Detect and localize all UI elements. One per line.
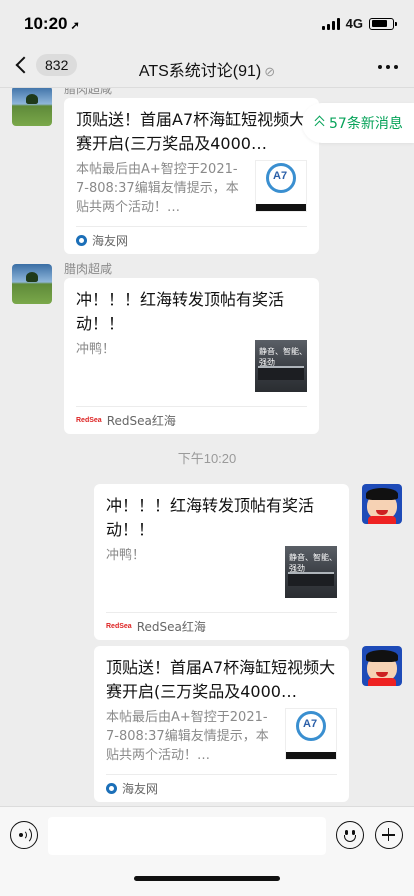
haiyou-logo-icon <box>76 235 87 246</box>
mute-bell-icon: ⊘ <box>264 64 276 79</box>
haiyou-logo-icon <box>106 783 117 794</box>
link-card[interactable]: 冲！！！红海转发顶帖有奖活动！！ 冲鸭！ 静音、智能、强劲 RedSea Red… <box>94 484 349 640</box>
status-bar: 10:20 ➚ 4G <box>0 0 414 46</box>
my-avatar[interactable] <box>362 646 402 686</box>
link-card[interactable]: 顶贴送！首届A7杯海缸短视频大赛开启(三万奖品及4000… 本帖最后由A+智控于… <box>64 98 319 254</box>
sender-name: 腊肉超咸 <box>64 262 113 276</box>
double-chevron-up-icon <box>314 115 325 131</box>
status-time: 10:20 ➚ <box>24 14 80 34</box>
card-source-name: 海友网 <box>122 782 159 796</box>
location-arrow-icon: ➚ <box>70 20 80 32</box>
more-dots-icon <box>378 65 382 69</box>
card-thumbnail: A7 <box>255 160 307 212</box>
signal-strength-icon <box>321 17 340 30</box>
card-title: 冲！！！红海转发顶帖有奖活动！！ <box>106 496 315 539</box>
card-thumbnail: 静音、智能、强劲 <box>285 546 337 598</box>
more-options-button[interactable] <box>378 65 398 69</box>
voice-input-button[interactable] <box>10 821 38 849</box>
battery-level <box>371 20 387 27</box>
link-card[interactable]: 顶贴送！首届A7杯海缸短视频大赛开启(三万奖品及4000… 本帖最后由A+智控于… <box>94 646 349 802</box>
chat-title-text: ATS系统讨论(91) <box>138 63 262 80</box>
card-source: RedSea RedSea红海 <box>76 406 307 434</box>
my-avatar[interactable] <box>362 484 402 524</box>
card-source: 海友网 <box>76 226 307 254</box>
sender-avatar[interactable] <box>12 88 52 126</box>
card-description: 冲鸭！ <box>106 548 146 563</box>
sender-avatar[interactable] <box>12 264 52 304</box>
card-title: 冲！！！红海转发顶帖有奖活动！！ <box>76 290 285 333</box>
message-timestamp: 下午10:20 <box>177 451 237 466</box>
card-source: 海友网 <box>106 774 337 802</box>
status-time-text: 10:20 <box>24 14 68 33</box>
card-source: RedSea RedSea红海 <box>106 612 337 640</box>
card-source-name: 海友网 <box>92 234 129 248</box>
network-type: 4G <box>345 16 363 31</box>
redsea-logo-icon: RedSea <box>106 623 132 630</box>
emoji-button[interactable] <box>336 821 364 849</box>
card-source-name: RedSea红海 <box>106 414 176 428</box>
battery-icon <box>369 17 397 30</box>
card-description: 本帖最后由A+智控于2021-7-808:37编辑友情提示，本贴共两个活动！… <box>76 162 239 215</box>
chat-header: 832 ATS系统讨论(91) ⊘ <box>0 46 414 88</box>
message-list[interactable]: 腊肉超咸 顶贴送！首届A7杯海缸短视频大赛开启(三万奖品及4000… 本帖最后由… <box>0 88 414 806</box>
message-input[interactable] <box>48 817 326 855</box>
card-thumbnail: 静音、智能、强劲 <box>255 340 307 392</box>
new-messages-button[interactable]: 57条新消息 <box>302 103 414 143</box>
card-description: 冲鸭！ <box>76 342 116 357</box>
link-card[interactable]: 冲！！！红海转发顶帖有奖活动！！ 冲鸭！ 静音、智能、强劲 RedSea Red… <box>64 278 319 434</box>
redsea-logo-icon: RedSea <box>76 417 102 424</box>
more-actions-button[interactable] <box>375 821 403 849</box>
card-description: 本帖最后由A+智控于2021-7-808:37编辑友情提示，本贴共两个活动！… <box>106 710 269 763</box>
card-thumbnail: A7 <box>285 708 337 760</box>
card-title: 顶贴送！首届A7杯海缸短视频大赛开启(三万奖品及4000… <box>106 658 336 701</box>
card-title: 顶贴送！首届A7杯海缸短视频大赛开启(三万奖品及4000… <box>76 110 306 153</box>
status-indicators: 4G <box>321 16 397 31</box>
card-source-name: RedSea红海 <box>136 620 206 634</box>
chat-title: ATS系统讨论(91) ⊘ <box>0 57 414 81</box>
new-messages-label: 57条新消息 <box>329 116 403 132</box>
sender-name: 腊肉超咸 <box>64 88 113 96</box>
input-bar <box>0 806 414 896</box>
home-indicator[interactable] <box>134 876 280 881</box>
